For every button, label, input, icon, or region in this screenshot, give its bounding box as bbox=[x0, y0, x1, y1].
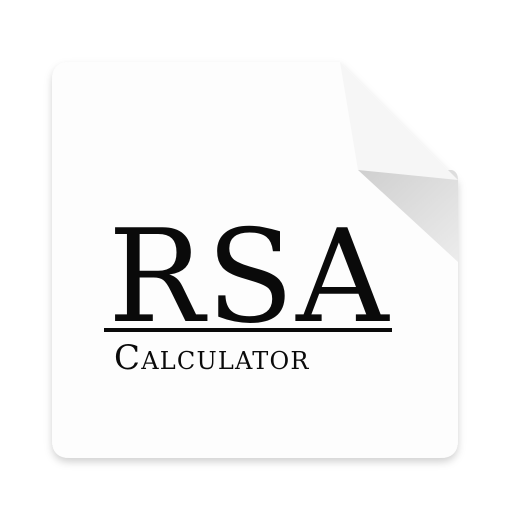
rsa-calculator-wordmark: RSA Calculator bbox=[0, 0, 512, 512]
title-underline bbox=[104, 328, 392, 332]
app-icon-canvas: RSA Calculator bbox=[0, 0, 512, 512]
subtitle-calculator: Calculator bbox=[114, 338, 310, 378]
title-rsa: RSA bbox=[108, 203, 391, 352]
